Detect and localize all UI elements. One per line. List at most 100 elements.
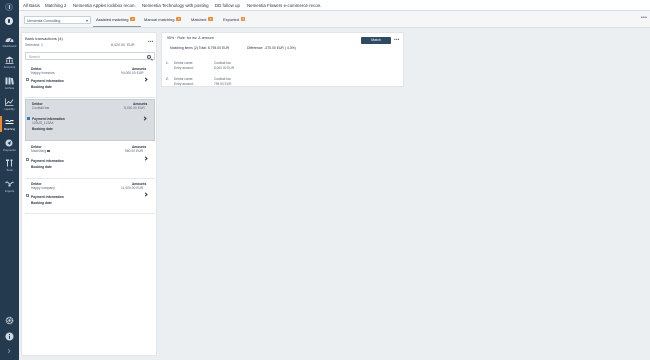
- select-checkbox[interactable]: [26, 194, 29, 197]
- tab-dd-follow-up[interactable]: DD follow up: [215, 3, 240, 8]
- entry-amount-label: Entry amount:: [174, 81, 194, 86]
- count-badge: 3: [176, 17, 181, 21]
- entry-number: 1.: [166, 61, 169, 65]
- total-amount: 8,420.00: [111, 43, 125, 47]
- tab-label: Manual matching: [144, 17, 175, 22]
- payment-info-label: Payment information: [31, 159, 64, 163]
- matching-items-summary: Matching items (2) Total: 8,795.00 EUR: [170, 46, 230, 50]
- debtor-name-label: Debtor name:: [174, 61, 194, 65]
- chevron-right-icon[interactable]: [142, 116, 147, 121]
- entry-amount-value: 8,000.00 EUR: [214, 65, 235, 70]
- tools-icon: [6, 159, 13, 167]
- sidebar-item-label: Dashboard: [2, 44, 17, 48]
- chevron-down-icon: [86, 19, 88, 22]
- tab-manual-matching[interactable]: Manual matching 3: [144, 17, 181, 22]
- sidebar-item-label: Payments: [3, 148, 16, 152]
- match-rule-title: 95% · Rule: for inv. & amount: [167, 36, 214, 40]
- debtor-value: Cocktail bar: [32, 106, 50, 110]
- matching-icon: [5, 120, 14, 124]
- sidebar-item-dashboard[interactable]: Dashboard: [0, 33, 19, 51]
- bank-icon: [5, 56, 14, 64]
- chevron-right-icon[interactable]: [143, 156, 148, 161]
- amount-value: 94,000.00 EUR: [121, 71, 144, 75]
- payments-icon: [5, 139, 13, 147]
- sidebar: Dashboard Accounts Archive Liquidity Mat…: [0, 0, 19, 360]
- entity-select[interactable]: Nementia Consulting: [24, 16, 91, 24]
- transaction-card[interactable]: Debtor Happy company Amounts 11,000.00 E…: [25, 180, 155, 214]
- booking-date-label: Booking date: [32, 127, 53, 131]
- sidebar-item-accounts[interactable]: Accounts: [0, 54, 19, 72]
- booking-date-label: Booking date: [31, 85, 52, 89]
- tab-all-basis[interactable]: All Basis: [23, 3, 40, 8]
- bank-transactions-panel: Bank transactions (4) ••• Selected: 1 8,…: [21, 32, 157, 356]
- sidebar-item-imports[interactable]: Imports: [0, 178, 19, 196]
- select-checkbox[interactable]: [27, 117, 30, 120]
- sidebar-item-label: Accounts: [3, 65, 16, 69]
- link-icon: [47, 150, 51, 152]
- count-badge: 9: [241, 17, 246, 21]
- amount-value: 11,000.00 EUR: [121, 186, 144, 190]
- sidebar-item-payments[interactable]: Payments: [0, 137, 19, 155]
- debtor-name-value: Cocktail bar: [214, 61, 231, 65]
- tab-flowers-ecommerce[interactable]: Nementia Flowers e-commerce recon.: [247, 3, 321, 8]
- more-options-icon[interactable]: •••: [641, 16, 647, 21]
- sidebar-item-liquidity[interactable]: Liquidity: [0, 96, 19, 114]
- sidebar-item-label: Imports: [4, 189, 15, 193]
- sidebar-item-label: Liquidity: [4, 107, 15, 111]
- selected-count: Selected: 1: [25, 43, 43, 47]
- search-input[interactable]: Search: [25, 52, 155, 60]
- archive-icon: [5, 77, 14, 85]
- sidebar-item-label: Matching: [3, 127, 16, 131]
- sidebar-item-matching[interactable]: Matching: [0, 116, 19, 134]
- debtor-name-value: Cocktail bar: [214, 77, 231, 81]
- transaction-card-selected[interactable]: Debtor Cocktail bar Amounts 8,420.00 EUR…: [25, 99, 155, 141]
- entity-select-value: Nementia Consulting: [27, 18, 61, 23]
- sidebar-item-tools[interactable]: Tools: [0, 157, 19, 175]
- tab-technology-posting[interactable]: Nementia Technology with posting: [142, 3, 209, 8]
- select-checkbox[interactable]: [26, 158, 29, 161]
- debtor-value: Happy investors: [31, 71, 55, 75]
- debtor-name: Machining: [31, 149, 47, 153]
- dashboard-icon: [5, 38, 14, 43]
- select-checkbox[interactable]: [26, 78, 29, 81]
- transaction-card[interactable]: Debtor Machining Amounts 960.00 EUR Paym…: [25, 143, 155, 179]
- info-icon[interactable]: [5, 332, 14, 341]
- more-options-icon[interactable]: •••: [148, 39, 154, 44]
- tab-label: Assisted matching: [96, 17, 129, 22]
- tab-assisted-matching[interactable]: Assisted matching 2: [96, 17, 135, 22]
- tab-apples-lockbox[interactable]: Nementia Apples lockbox recon.: [73, 3, 136, 8]
- payment-info-label: Payment information: [31, 79, 64, 83]
- match-button[interactable]: Match: [361, 37, 391, 44]
- liquidity-chart-icon: [5, 98, 14, 106]
- matching-subbar: Nementia Consulting Assisted matching 2 M…: [19, 11, 650, 28]
- payment-info-label: Payment information: [31, 195, 64, 199]
- selected-total: 8,420.00 EUR: [111, 43, 135, 47]
- imports-icon: [5, 181, 14, 187]
- logo-icon[interactable]: [5, 3, 13, 11]
- active-tab-indicator: [93, 26, 141, 27]
- payment-info-value: 123US_123AK: [32, 121, 54, 125]
- sidebar-item-archive[interactable]: Archive: [0, 75, 19, 93]
- tab-label: Matched: [191, 17, 207, 22]
- debtor-value: Happy company: [31, 186, 55, 190]
- entry-amount-label: Entry amount:: [174, 65, 194, 70]
- sidebar-item-label: Tools: [6, 168, 13, 172]
- tab-matched[interactable]: Matched 9: [191, 17, 213, 22]
- total-currency: EUR: [127, 43, 135, 47]
- search-placeholder: Search: [29, 54, 40, 59]
- tab-matching-2[interactable]: Matching 2: [45, 3, 66, 8]
- settings-gear-icon[interactable]: [5, 316, 14, 325]
- amount-value: 960.00 EUR: [125, 149, 143, 153]
- top-tab-bar: All Basis Matching 2 Nementia Apples loc…: [19, 0, 650, 11]
- panel-title: Bank transactions (4): [25, 36, 63, 41]
- tab-exported[interactable]: Exported 9: [223, 17, 246, 22]
- user-avatar-icon[interactable]: [5, 17, 13, 25]
- chevron-right-icon[interactable]: [143, 77, 148, 82]
- debtor-value: Machining: [31, 149, 51, 153]
- search-icon: [147, 54, 151, 59]
- transaction-card[interactable]: Debtor Happy investors Amounts 94,000.00…: [25, 65, 155, 98]
- chevron-right-icon[interactable]: [143, 192, 148, 197]
- more-options-icon[interactable]: •••: [394, 37, 400, 42]
- booking-date-label: Booking date: [31, 165, 52, 169]
- expand-sidebar-icon[interactable]: [6, 348, 12, 354]
